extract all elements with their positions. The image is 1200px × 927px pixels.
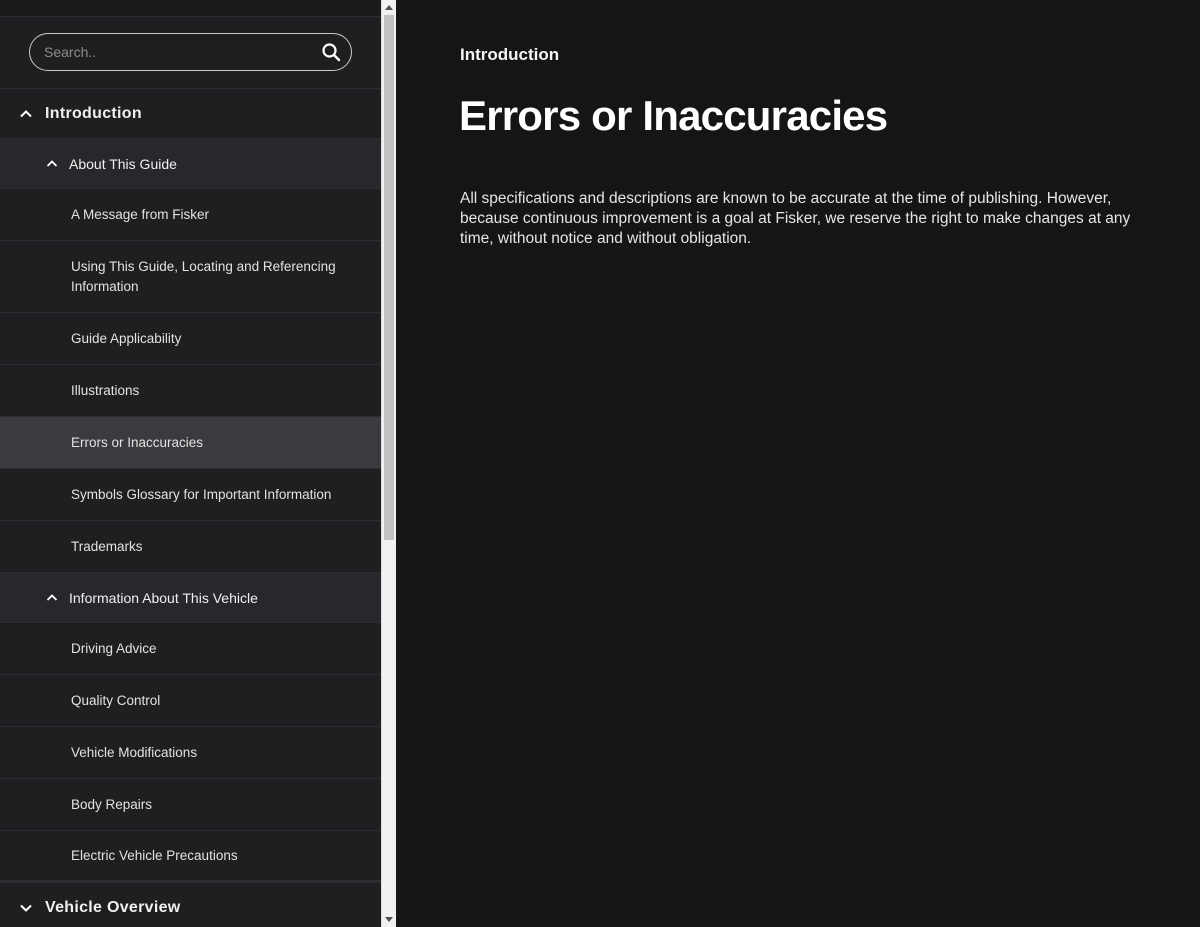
nav-item-label: Driving Advice [71, 640, 157, 656]
nav-item-illustrations[interactable]: Illustrations [0, 365, 381, 417]
nav-group-label: About This Guide [69, 155, 177, 172]
sidebar-top-strip [0, 0, 381, 17]
nav-item-vehicle-modifications[interactable]: Vehicle Modifications [0, 727, 381, 779]
sidebar-scrollbar[interactable] [381, 0, 396, 927]
main-content: Introduction Errors or Inaccuracies All … [396, 0, 1200, 927]
nav-item-label: Quality Control [71, 692, 161, 708]
nav-item-errors-or-inaccuracies[interactable]: Errors or Inaccuracies [0, 417, 381, 469]
search-container [0, 17, 381, 89]
nav-item-a-message-from-fisker[interactable]: A Message from Fisker [0, 189, 381, 241]
nav-group-information-about-this-vehicle[interactable]: Information About This Vehicle [0, 573, 381, 623]
chevron-up-icon [46, 159, 58, 167]
sidebar: Introduction About This Guide A Message … [0, 0, 381, 927]
nav-item-label: Using This Guide, Locating and Referenci… [71, 258, 336, 294]
nav-item-trademarks[interactable]: Trademarks [0, 521, 381, 573]
nav-item-using-this-guide[interactable]: Using This Guide, Locating and Referenci… [0, 241, 381, 313]
nav-item-label: Body Repairs [71, 796, 153, 812]
nav-item-guide-applicability[interactable]: Guide Applicability [0, 313, 381, 365]
breadcrumb-section: Introduction [460, 45, 560, 64]
search-box[interactable] [29, 33, 352, 71]
nav-section-introduction[interactable]: Introduction [0, 89, 381, 139]
nav-item-label: Vehicle Modifications [71, 744, 198, 760]
scroll-up-arrow-icon[interactable] [382, 0, 396, 14]
nav-group-about-this-guide[interactable]: About This Guide [0, 139, 381, 189]
chevron-up-icon [20, 109, 32, 117]
nav-item-quality-control[interactable]: Quality Control [0, 675, 381, 727]
nav-section-label: Vehicle Overview [45, 898, 181, 916]
chevron-down-icon [20, 904, 32, 912]
scroll-down-arrow-icon[interactable] [382, 913, 396, 927]
nav-section-label: Introduction [45, 104, 142, 122]
chevron-up-icon [46, 593, 58, 601]
nav-item-label: Trademarks [71, 538, 143, 554]
nav-item-label: A Message from Fisker [71, 206, 210, 222]
search-icon[interactable] [321, 42, 341, 62]
body-paragraph: All specifications and descriptions are … [460, 190, 1131, 247]
scrollbar-thumb[interactable] [384, 15, 394, 540]
nav-item-label: Errors or Inaccuracies [71, 434, 204, 450]
search-input[interactable] [44, 34, 314, 69]
nav-item-driving-advice[interactable]: Driving Advice [0, 623, 381, 675]
nav-item-label: Electric Vehicle Precautions [71, 847, 238, 863]
nav-item-symbols-glossary[interactable]: Symbols Glossary for Important Informati… [0, 469, 381, 521]
nav-item-label: Illustrations [71, 382, 140, 398]
nav-item-electric-vehicle-precautions[interactable]: Electric Vehicle Precautions [0, 831, 381, 883]
page-title: Errors or Inaccuracies [459, 92, 888, 139]
nav-item-body-repairs[interactable]: Body Repairs [0, 779, 381, 831]
nav-item-label: Symbols Glossary for Important Informati… [71, 486, 332, 502]
nav-section-vehicle-overview[interactable]: Vehicle Overview [0, 883, 381, 927]
nav-item-label: Guide Applicability [71, 330, 182, 346]
nav-group-label: Information About This Vehicle [69, 589, 258, 606]
